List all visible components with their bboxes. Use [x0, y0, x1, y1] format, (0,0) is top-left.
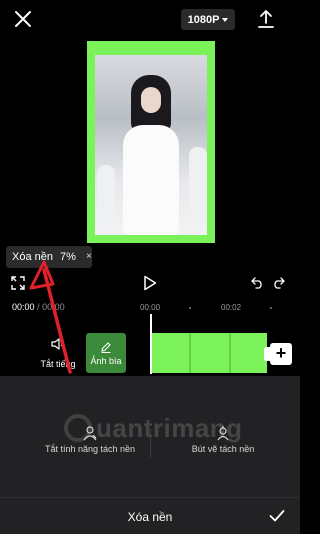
- cancel-progress-button[interactable]: ×: [86, 251, 92, 262]
- cover-label: Ảnh bìa: [90, 355, 122, 366]
- video-clip[interactable]: [151, 333, 267, 373]
- ruler-tick-label: 00:02: [221, 303, 242, 312]
- fullscreen-icon[interactable]: [11, 276, 25, 290]
- chevron-down-icon: [222, 17, 229, 22]
- brush-icon: [217, 426, 229, 441]
- green-screen-frame: [87, 41, 215, 243]
- video-canvas: [0, 38, 300, 260]
- pencil-icon: [101, 341, 111, 353]
- performer-outfit: [123, 125, 179, 235]
- undo-icon[interactable]: [251, 276, 264, 289]
- resolution-label: 1080P: [187, 13, 220, 26]
- cover-button[interactable]: Ảnh bìa: [86, 333, 126, 373]
- separation-brush-option[interactable]: Bút vẽ tách nền: [158, 425, 288, 454]
- ruler-dot: [189, 307, 191, 309]
- speaker-icon: [51, 338, 63, 350]
- redo-icon[interactable]: [272, 276, 285, 289]
- total-duration: 00:00: [42, 302, 65, 312]
- play-icon[interactable]: [143, 275, 157, 291]
- clip-frame-divider: [189, 333, 191, 373]
- clip-frame-divider: [229, 333, 231, 373]
- remove-background-progress: Xóa nền 7% ×: [6, 246, 92, 268]
- ruler-dot: [270, 307, 272, 309]
- panel-title: Xóa nền: [127, 510, 173, 524]
- check-icon[interactable]: [269, 509, 285, 523]
- close-icon[interactable]: [12, 8, 34, 30]
- brush-option-label: Bút vẽ tách nền: [191, 444, 255, 454]
- background-dancer-right: [189, 147, 207, 217]
- footer-bar: Xóa nền: [0, 497, 300, 534]
- panel-divider: [150, 428, 151, 458]
- background-dancer-left: [97, 165, 115, 225]
- resolution-button[interactable]: 1080P: [181, 9, 235, 30]
- add-clip-button[interactable]: +: [270, 343, 292, 365]
- person-cutout-icon: [83, 426, 97, 441]
- top-bar: 1080P: [0, 0, 300, 38]
- ruler-tick-label: 00:00: [140, 303, 161, 312]
- progress-percent: 7%: [59, 251, 76, 263]
- disable-option-label: Tắt tính năng tách nền: [44, 444, 136, 454]
- mute-audio-button[interactable]: Tắt tiếng: [36, 338, 80, 372]
- progress-label: Xóa nền: [12, 251, 53, 263]
- playhead[interactable]: [150, 314, 152, 374]
- upload-icon[interactable]: [257, 9, 275, 29]
- mute-label: Tắt tiếng: [40, 359, 76, 369]
- timecode: 00:00 / 00:00: [12, 302, 65, 312]
- current-time: 00:00: [12, 302, 35, 312]
- performer-face: [141, 87, 161, 113]
- disable-background-separation-option[interactable]: Tắt tính năng tách nền: [25, 425, 155, 454]
- video-preview[interactable]: [95, 55, 207, 235]
